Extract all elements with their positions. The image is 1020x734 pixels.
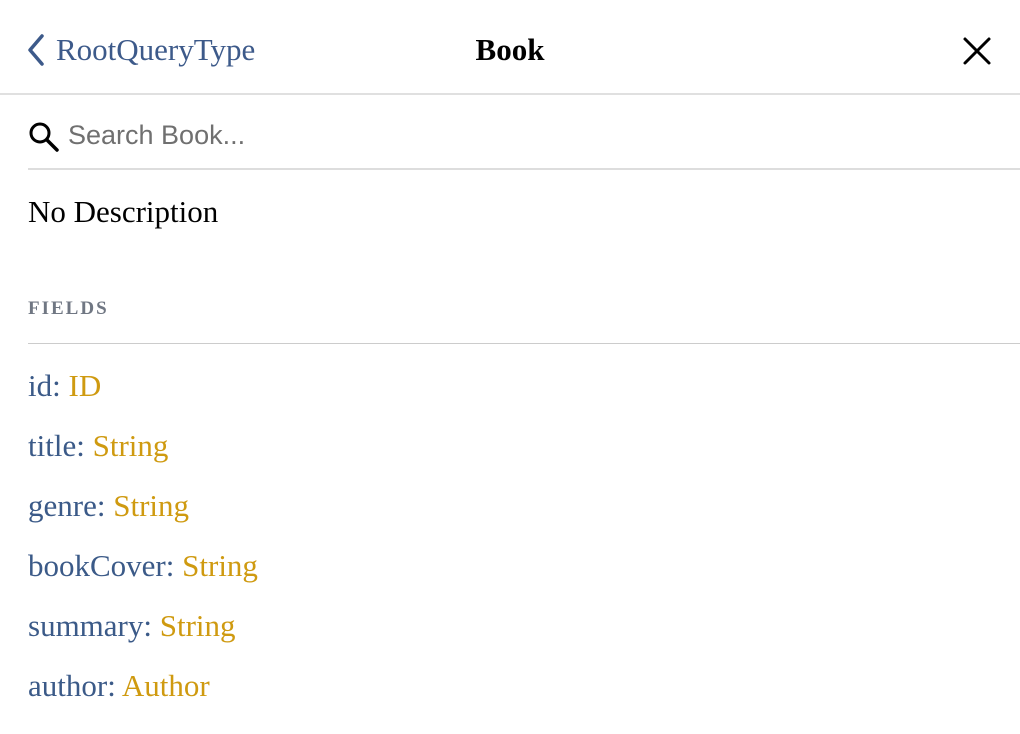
field-name-link[interactable]: title bbox=[28, 428, 76, 463]
doc-explorer-header: RootQueryType Book bbox=[0, 0, 1020, 95]
field-row: summary: String bbox=[28, 608, 236, 643]
field-row: id: ID bbox=[28, 368, 102, 403]
field-row: author: Author bbox=[28, 668, 210, 703]
field-type-link[interactable]: String bbox=[113, 488, 189, 523]
field-name-link[interactable]: summary bbox=[28, 608, 143, 643]
field-type-link[interactable]: ID bbox=[69, 368, 102, 403]
search-input[interactable] bbox=[68, 119, 968, 151]
field-name-link[interactable]: id bbox=[28, 368, 52, 403]
field-type-link[interactable]: String bbox=[182, 548, 258, 583]
field-name-link[interactable]: bookCover bbox=[28, 548, 166, 583]
field-type-link[interactable]: String bbox=[160, 608, 236, 643]
field-name-link[interactable]: author bbox=[28, 668, 107, 703]
section-divider bbox=[28, 343, 1020, 344]
field-type-link[interactable]: Author bbox=[122, 668, 210, 703]
close-icon bbox=[963, 37, 991, 65]
field-type-link[interactable]: String bbox=[93, 428, 169, 463]
search-icon bbox=[29, 122, 59, 152]
field-row: title: String bbox=[28, 428, 169, 463]
close-button[interactable] bbox=[962, 36, 992, 66]
type-description: No Description bbox=[28, 194, 219, 229]
search-bar bbox=[28, 96, 1020, 170]
fields-section-title: FIELDS bbox=[28, 298, 109, 319]
field-row: bookCover: String bbox=[28, 548, 258, 583]
field-name-link[interactable]: genre bbox=[28, 488, 97, 523]
field-list: id: ID title: String genre: String bookC… bbox=[28, 366, 258, 726]
field-row: genre: String bbox=[28, 488, 190, 523]
page-title: Book bbox=[475, 32, 545, 67]
